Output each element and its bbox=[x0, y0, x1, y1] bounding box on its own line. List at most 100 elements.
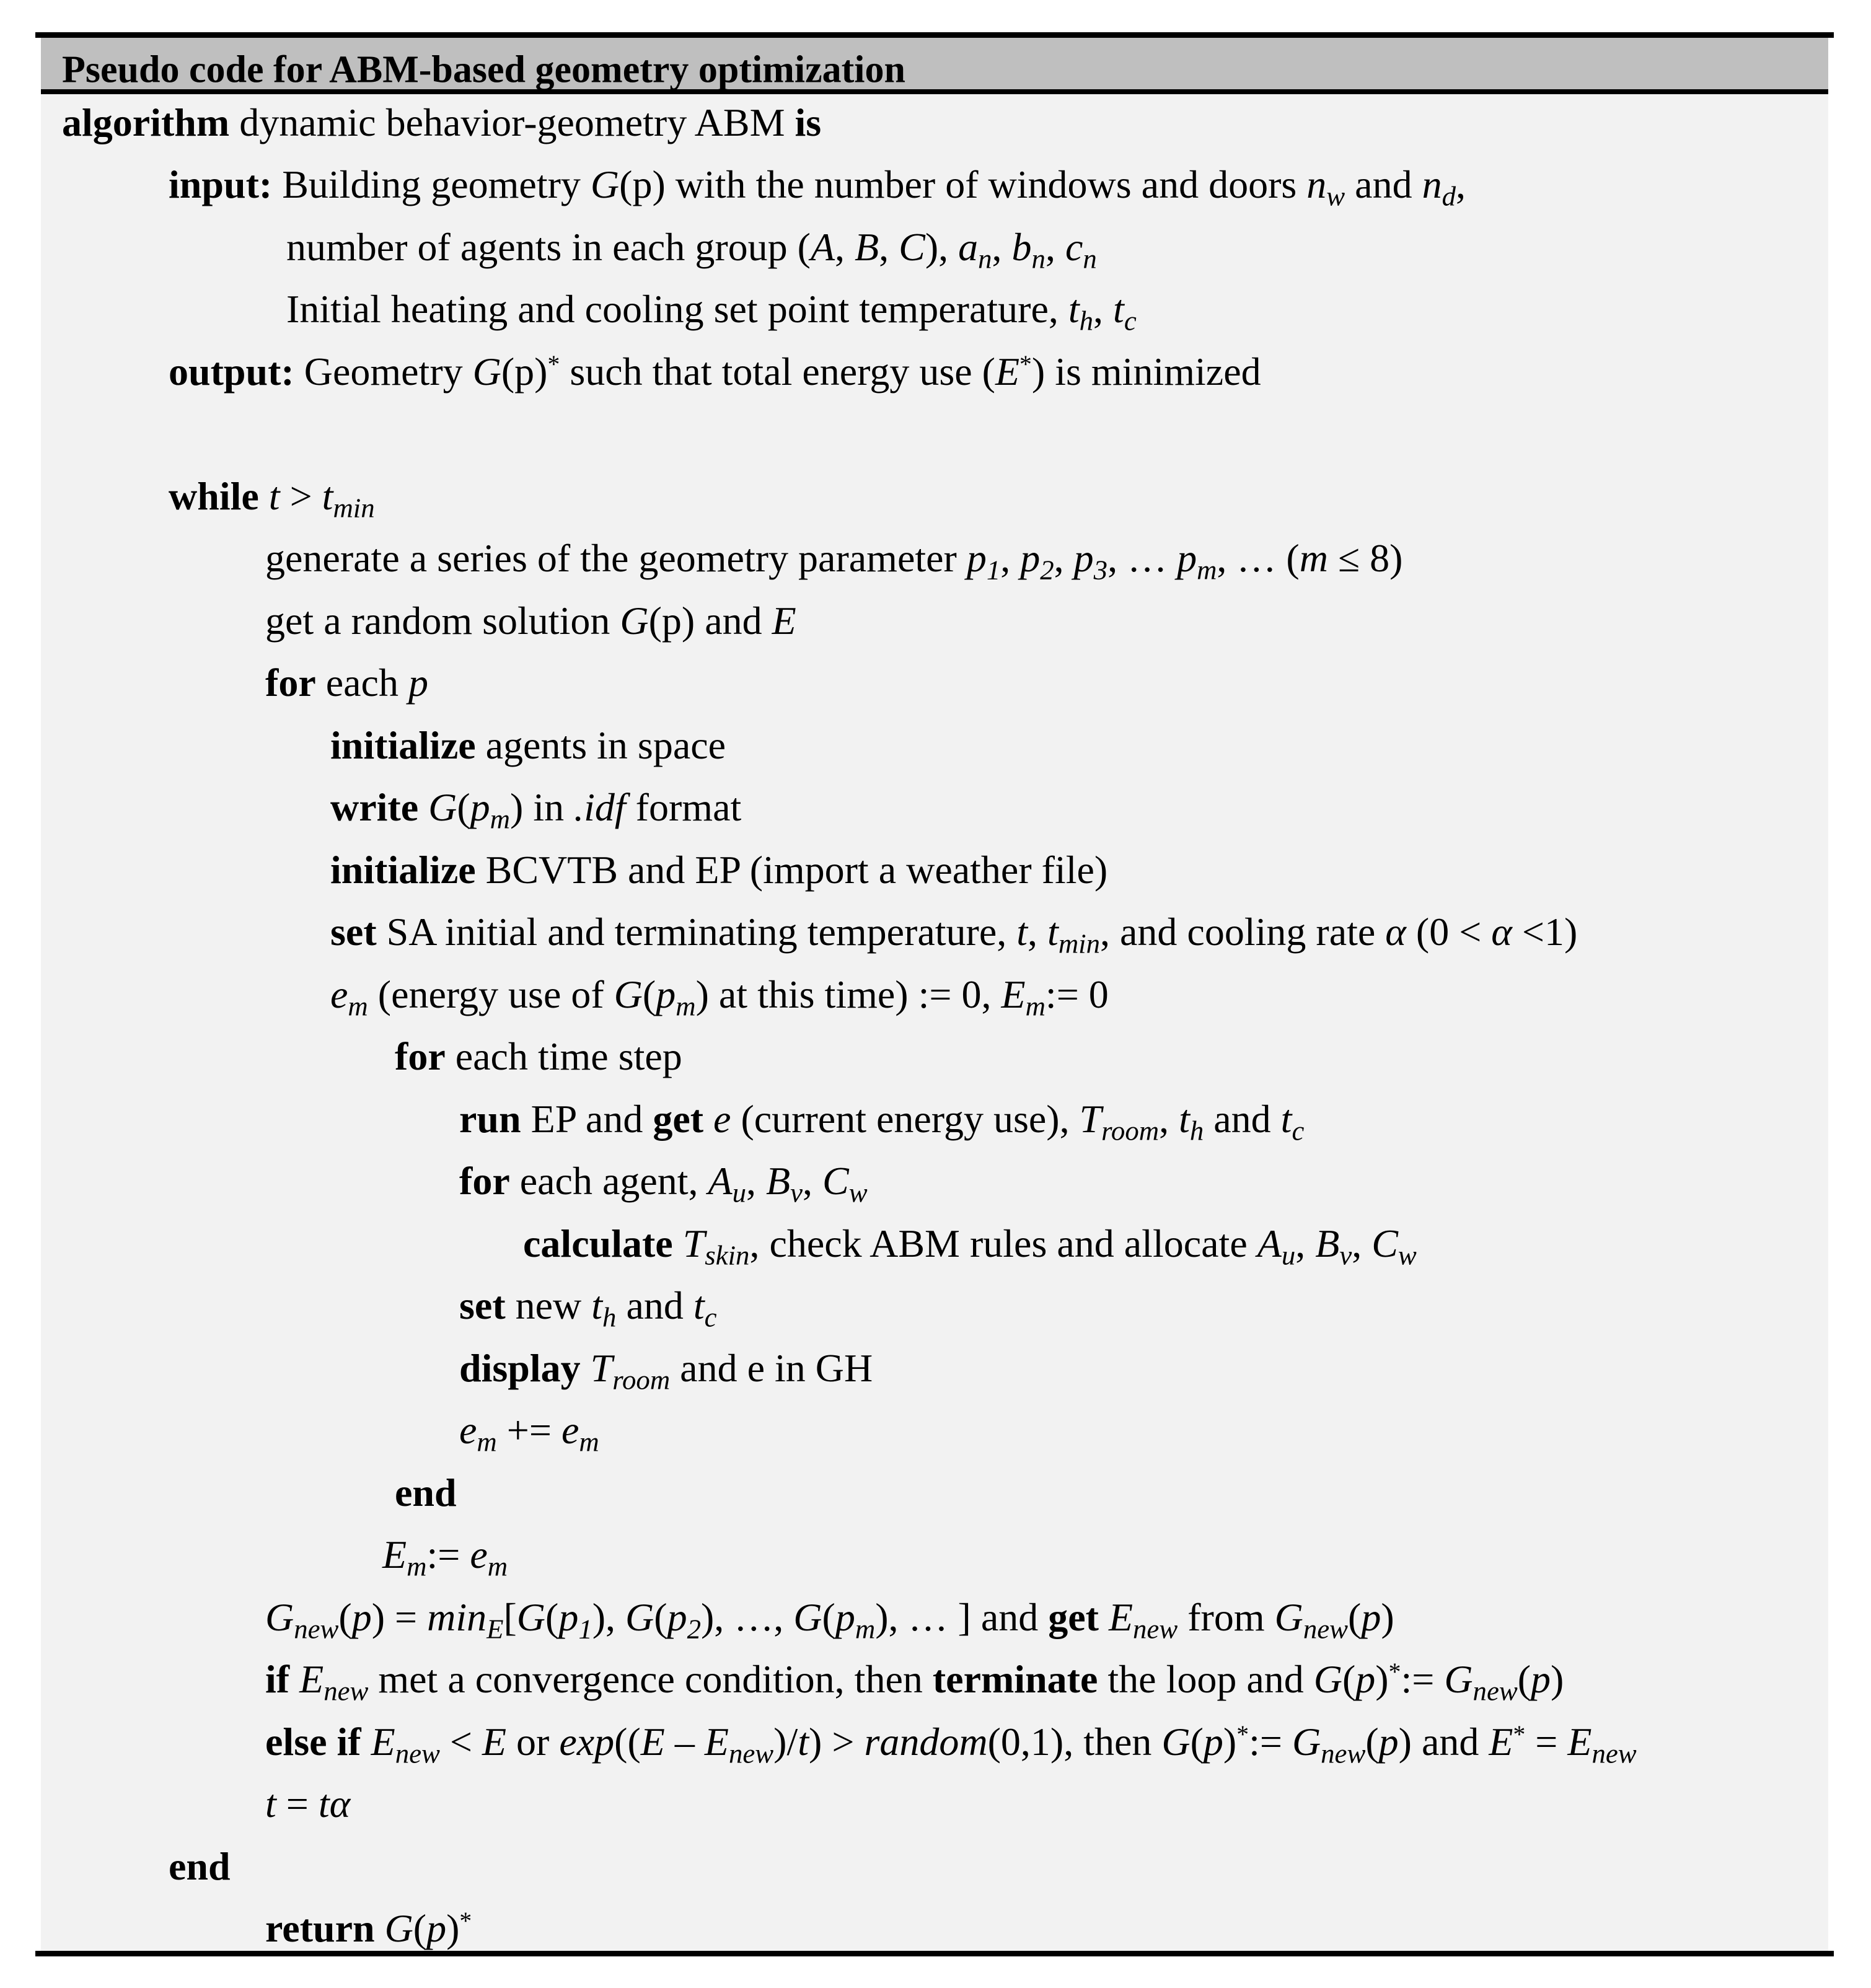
code-variable: t bbox=[1179, 1096, 1190, 1141]
code-text: Building geometry bbox=[272, 162, 591, 207]
code-variable: T bbox=[1079, 1096, 1102, 1141]
code-variable: t bbox=[1068, 287, 1080, 332]
code-subscript: new bbox=[1133, 1613, 1178, 1645]
code-variable: p bbox=[1020, 536, 1041, 581]
code-variable: E bbox=[371, 1719, 395, 1764]
code-text: (p) and bbox=[648, 598, 772, 643]
code-variable: tα bbox=[318, 1782, 351, 1826]
code-variable: G bbox=[1313, 1657, 1342, 1702]
code-line: get a random solution G(p) and E bbox=[265, 598, 796, 643]
code-variable: e bbox=[713, 1096, 731, 1141]
code-text: ( bbox=[1517, 1657, 1531, 1702]
code-variable: A bbox=[1257, 1221, 1282, 1265]
code-text: (p) with the number of windows and doors bbox=[619, 162, 1307, 207]
code-text: := bbox=[1249, 1719, 1292, 1764]
code-text: ) is minimized bbox=[1031, 349, 1261, 394]
code-text: the loop and bbox=[1098, 1657, 1314, 1702]
code-keyword: set bbox=[459, 1283, 506, 1328]
code-keyword: run bbox=[459, 1096, 521, 1141]
code-superscript: * bbox=[1513, 1721, 1526, 1749]
code-text: , and cooling rate bbox=[1100, 910, 1386, 954]
code-subscript: n bbox=[1031, 243, 1046, 275]
code-keyword: for bbox=[265, 661, 316, 705]
code-subscript: skin bbox=[705, 1239, 750, 1271]
code-subscript: min bbox=[333, 492, 375, 524]
code-subscript: u bbox=[1281, 1239, 1296, 1271]
code-variable: t bbox=[265, 1782, 276, 1826]
code-text: , bbox=[1000, 536, 1021, 581]
code-variable: p bbox=[351, 1594, 372, 1639]
code-text: Geometry bbox=[294, 349, 473, 394]
code-keyword: for bbox=[395, 1034, 446, 1079]
code-variable: G bbox=[1274, 1594, 1303, 1639]
code-variable: t bbox=[1280, 1096, 1292, 1141]
code-variable: t bbox=[798, 1719, 809, 1764]
code-line: em (energy use of G(pm) at this time) :=… bbox=[330, 972, 1109, 1019]
code-keyword: output: bbox=[169, 349, 294, 394]
top-rule bbox=[35, 32, 1834, 38]
code-text: or bbox=[506, 1719, 560, 1764]
header-rule bbox=[41, 89, 1828, 94]
code-variable: E bbox=[1001, 972, 1026, 1016]
code-text: (0,1), then bbox=[987, 1719, 1162, 1764]
code-keyword: initialize bbox=[330, 847, 476, 892]
code-keyword: get bbox=[1048, 1594, 1099, 1639]
code-text: each agent, bbox=[509, 1159, 708, 1203]
code-text: and e in GH bbox=[670, 1345, 873, 1390]
code-text: = bbox=[1525, 1719, 1568, 1764]
code-text: := 0 bbox=[1045, 972, 1109, 1016]
code-text: ), bbox=[592, 1594, 626, 1639]
code-text: ) at this time) := 0, bbox=[695, 972, 1002, 1016]
code-subscript: m bbox=[477, 1427, 497, 1458]
code-line: em += em bbox=[459, 1408, 599, 1456]
code-subscript: h bbox=[1079, 306, 1094, 336]
code-line: for each time step bbox=[395, 1037, 682, 1076]
code-text: ( bbox=[1190, 1719, 1204, 1764]
code-text: (p) bbox=[501, 349, 548, 394]
code-subscript: m bbox=[1197, 555, 1217, 586]
code-subscript: w bbox=[848, 1177, 868, 1208]
code-line: else if Enew < E or exp((E – Enew)/t) > … bbox=[265, 1719, 1637, 1767]
code-subscript: min bbox=[1058, 928, 1101, 959]
code-subscript: w bbox=[1398, 1239, 1417, 1271]
code-keyword: initialize bbox=[330, 723, 476, 767]
code-line: for each p bbox=[265, 663, 428, 703]
code-text: , check ABM rules and allocate bbox=[749, 1221, 1257, 1265]
code-text: , bbox=[1352, 1221, 1372, 1265]
code-variable: B bbox=[1315, 1221, 1340, 1265]
code-variable: b bbox=[1011, 224, 1032, 269]
code-variable: E bbox=[704, 1719, 729, 1764]
code-variable: G bbox=[614, 972, 643, 1016]
code-text: , bbox=[1045, 224, 1065, 269]
code-subscript: h bbox=[602, 1302, 617, 1333]
code-variable: p bbox=[1203, 1719, 1223, 1764]
code-subscript: new bbox=[1303, 1613, 1348, 1645]
code-variable: T bbox=[682, 1221, 705, 1265]
code-variable: .idf bbox=[574, 785, 626, 830]
code-text: ( bbox=[1365, 1719, 1379, 1764]
code-text: ) = bbox=[371, 1594, 428, 1639]
code-text: += bbox=[496, 1408, 561, 1453]
code-subscript: h bbox=[1189, 1115, 1204, 1146]
code-keyword: input: bbox=[169, 162, 273, 207]
code-keyword: return bbox=[265, 1906, 375, 1951]
code-line: output: Geometry G(p)* such that total e… bbox=[169, 349, 1261, 394]
code-variable: exp bbox=[559, 1719, 615, 1764]
code-text: – bbox=[664, 1719, 705, 1764]
code-line: set SA initial and terminating temperatu… bbox=[330, 910, 1577, 957]
code-variable: G bbox=[265, 1594, 294, 1639]
code-variable: A bbox=[810, 224, 835, 269]
code-variable: p bbox=[667, 1594, 687, 1639]
code-variable: e bbox=[459, 1408, 477, 1453]
code-text: EP and bbox=[521, 1096, 653, 1141]
code-variable: G bbox=[428, 785, 457, 830]
code-subscript: 2 bbox=[1040, 555, 1054, 586]
code-text: := bbox=[1401, 1657, 1445, 1702]
code-subscript: E bbox=[486, 1613, 504, 1645]
code-subscript: w bbox=[1326, 181, 1345, 212]
code-keyword: end bbox=[395, 1470, 457, 1515]
code-variable: t bbox=[693, 1283, 705, 1328]
code-subscript: n bbox=[978, 243, 992, 275]
